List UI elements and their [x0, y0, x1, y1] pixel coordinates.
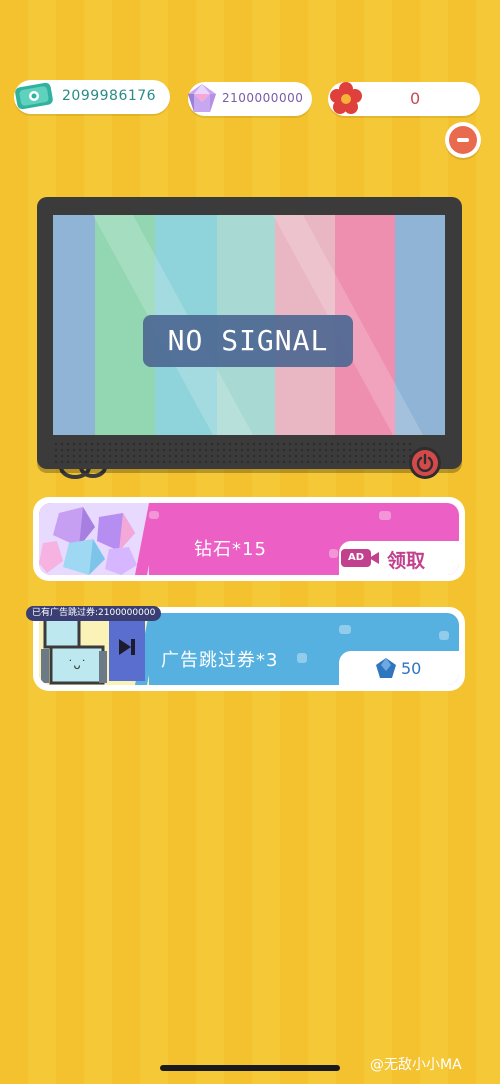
claim-button[interactable]: AD 领取: [339, 541, 459, 575]
offer-band: ˙ᴗ˙ 广告跳过券*3 50: [39, 613, 459, 685]
offer-band: 钻石*15 AD 领取: [39, 503, 459, 575]
diamond-pile-icon: [39, 503, 161, 575]
minus-button[interactable]: [445, 122, 481, 158]
price-value: 50: [401, 659, 422, 678]
watermark: @无敌小小MA: [370, 1057, 462, 1073]
owned-count-tag: 已有广告跳过券:2100000000: [26, 606, 162, 621]
ad-video-icon: AD: [341, 549, 371, 567]
flower-icon: [330, 82, 362, 114]
cash-value: 2099986176: [62, 88, 157, 104]
tv-display: NO SIGNAL: [37, 197, 462, 479]
sparkle: [149, 511, 159, 519]
flower-counter: 0: [328, 82, 480, 116]
offer-title: 广告跳过券*3: [161, 650, 279, 671]
svg-text:˙ᴗ˙: ˙ᴗ˙: [67, 658, 86, 672]
buy-button[interactable]: 50: [339, 651, 459, 685]
sparkle: [329, 549, 338, 558]
gem-icon: [376, 658, 396, 678]
tv-screen: NO SIGNAL: [53, 215, 445, 435]
gem-value: 2100000000: [222, 91, 304, 105]
gem-icon: [188, 84, 216, 112]
sparkle: [297, 653, 307, 663]
sparkle: [339, 625, 351, 634]
camera-icon: [369, 552, 379, 564]
sparkle: [379, 511, 391, 520]
speaker-grille: [53, 441, 413, 463]
offer-card-diamonds[interactable]: 钻石*15 AD 领取: [33, 497, 465, 581]
minus-icon: [449, 126, 477, 154]
sparkle: [439, 631, 449, 640]
no-signal-text: NO SIGNAL: [167, 324, 329, 357]
offer-title: 钻石*15: [194, 539, 267, 560]
gem-counter: 2100000000: [188, 82, 312, 116]
cash-counter: 2099986176: [14, 80, 170, 114]
power-button[interactable]: [409, 447, 441, 479]
claim-label: 领取: [387, 550, 426, 572]
power-icon: [412, 450, 438, 476]
home-indicator[interactable]: [160, 1065, 340, 1071]
flower-value: 0: [410, 89, 421, 108]
cash-icon: [15, 82, 53, 110]
ad-skip-ticket-icon: ˙ᴗ˙: [39, 613, 161, 685]
